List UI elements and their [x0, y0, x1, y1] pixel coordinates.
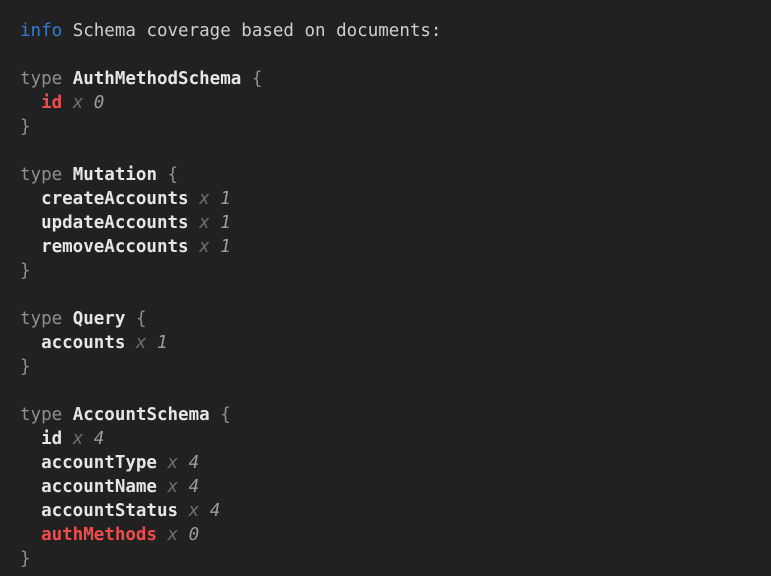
field-name: accountStatus	[41, 501, 178, 521]
usage-count: 1	[157, 333, 168, 353]
field-name: authMethods	[41, 525, 157, 545]
close-brace-line: }	[20, 115, 771, 139]
blank-line	[20, 283, 771, 307]
field-line: createAccounts x 1	[20, 187, 771, 211]
close-brace: }	[20, 261, 31, 281]
field-name: removeAccounts	[41, 237, 189, 257]
type-name: AuthMethodSchema	[73, 69, 242, 89]
open-brace: {	[168, 165, 179, 185]
usage-count: 4	[94, 429, 105, 449]
type-line: type Mutation {	[20, 163, 771, 187]
type-keyword: type	[20, 69, 62, 89]
field-name: updateAccounts	[41, 213, 189, 233]
info-message: Schema coverage based on documents:	[73, 21, 442, 41]
open-brace: {	[220, 405, 231, 425]
type-line: type AuthMethodSchema {	[20, 67, 771, 91]
times-label: x	[199, 213, 210, 233]
field-name: accountName	[41, 477, 157, 497]
field-name: id	[41, 429, 62, 449]
usage-count: 4	[210, 501, 221, 521]
type-keyword: type	[20, 165, 62, 185]
field-line: accountName x 4	[20, 475, 771, 499]
terminal-output: type AuthMethodSchema { id x 0} type Muta…	[20, 43, 771, 571]
times-label: x	[199, 189, 210, 209]
field-line: id x 0	[20, 91, 771, 115]
blank-line	[20, 139, 771, 163]
times-label: x	[73, 93, 84, 113]
times-label: x	[168, 453, 179, 473]
field-name: createAccounts	[41, 189, 189, 209]
terminal[interactable]: info Schema coverage based on documents:…	[0, 0, 771, 576]
usage-count: 0	[189, 525, 200, 545]
usage-count: 1	[220, 237, 231, 257]
blank-line	[20, 43, 771, 67]
field-name: accounts	[41, 333, 125, 353]
type-line: type Query {	[20, 307, 771, 331]
times-label: x	[168, 525, 179, 545]
times-label: x	[168, 477, 179, 497]
times-label: x	[73, 429, 84, 449]
field-line: removeAccounts x 1	[20, 235, 771, 259]
close-brace: }	[20, 117, 31, 137]
close-brace-line: }	[20, 355, 771, 379]
close-brace-line: }	[20, 259, 771, 283]
type-name: AccountSchema	[73, 405, 210, 425]
usage-count: 1	[220, 189, 231, 209]
field-line: accountType x 4	[20, 451, 771, 475]
field-line: accountStatus x 4	[20, 499, 771, 523]
times-label: x	[136, 333, 147, 353]
type-name: Mutation	[73, 165, 157, 185]
field-line: id x 4	[20, 427, 771, 451]
usage-count: 4	[189, 453, 200, 473]
type-keyword: type	[20, 405, 62, 425]
field-line: updateAccounts x 1	[20, 211, 771, 235]
usage-count: 1	[220, 213, 231, 233]
type-line: type AccountSchema {	[20, 403, 771, 427]
open-brace: {	[252, 69, 263, 89]
close-brace: }	[20, 549, 31, 569]
usage-count: 0	[94, 93, 105, 113]
close-brace-line: }	[20, 547, 771, 571]
open-brace: {	[136, 309, 147, 329]
field-line: authMethods x 0	[20, 523, 771, 547]
type-keyword: type	[20, 309, 62, 329]
blank-line	[20, 379, 771, 403]
info-label: info	[20, 21, 62, 41]
info-line: info Schema coverage based on documents:	[20, 19, 771, 43]
type-name: Query	[73, 309, 126, 329]
field-name: accountType	[41, 453, 157, 473]
field-name: id	[41, 93, 62, 113]
close-brace: }	[20, 357, 31, 377]
times-label: x	[199, 237, 210, 257]
field-line: accounts x 1	[20, 331, 771, 355]
times-label: x	[189, 501, 200, 521]
usage-count: 4	[189, 477, 200, 497]
